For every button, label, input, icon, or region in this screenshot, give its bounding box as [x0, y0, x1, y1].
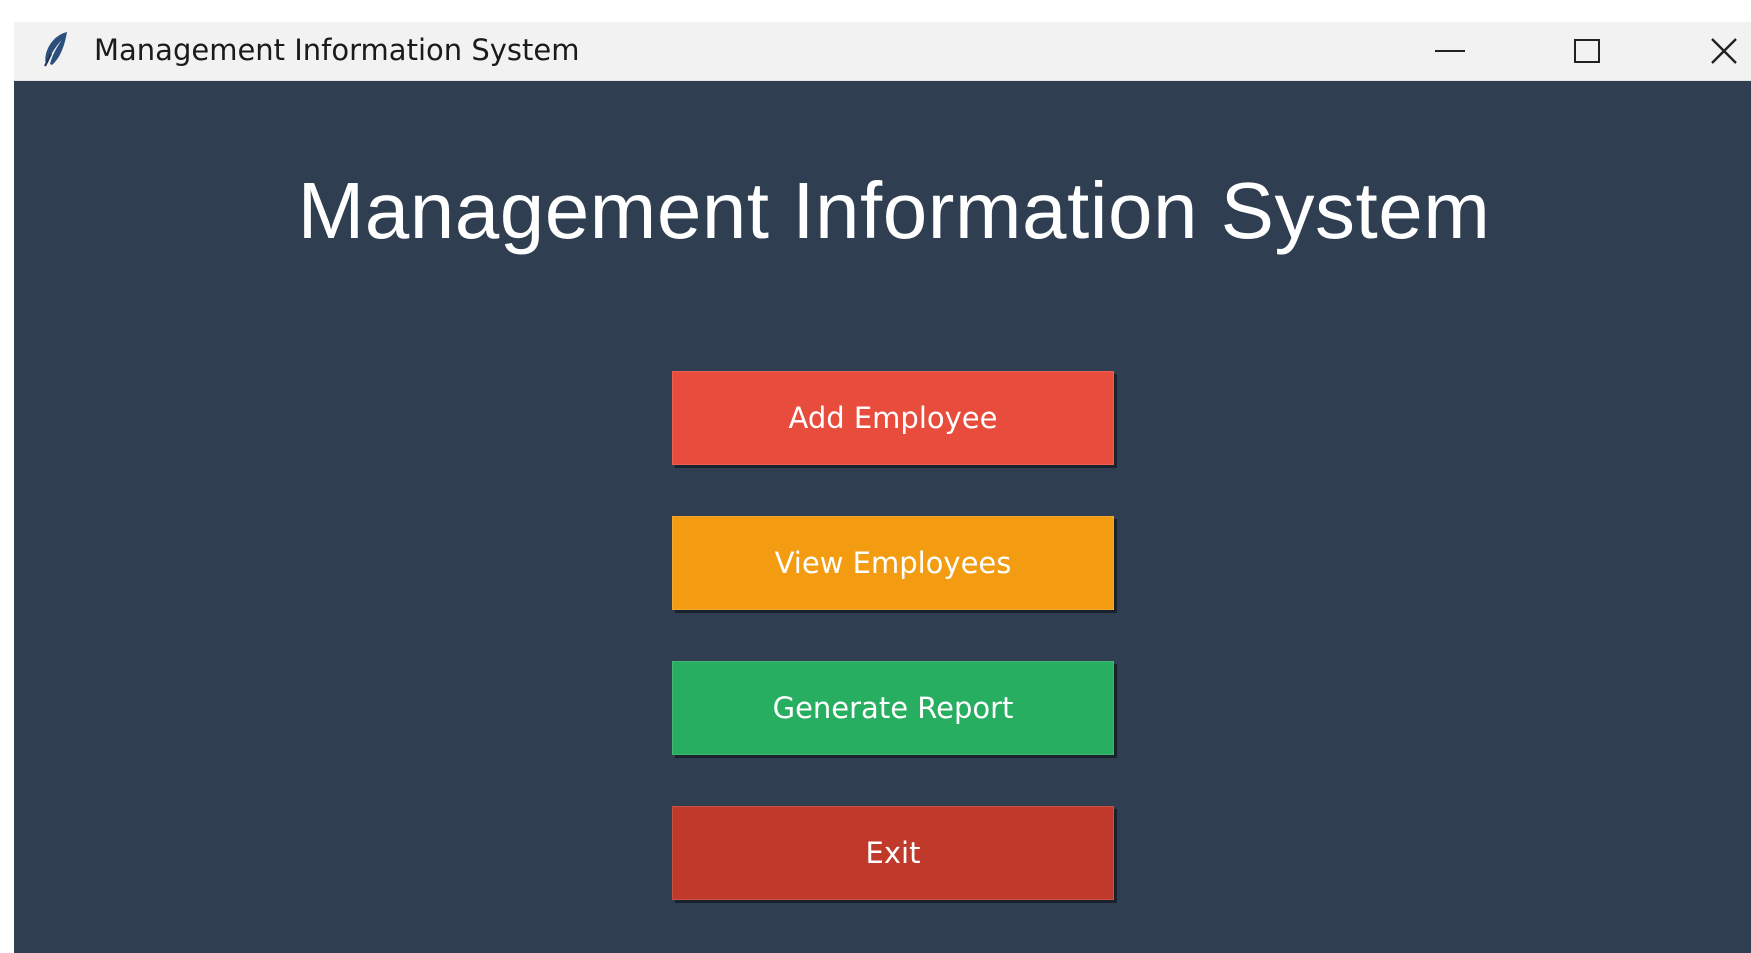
feather-icon	[40, 30, 70, 68]
minimize-button[interactable]	[1385, 22, 1515, 80]
maximize-icon	[1574, 39, 1600, 63]
generate-report-button[interactable]: Generate Report	[672, 661, 1114, 755]
view-employees-button[interactable]: View Employees	[672, 516, 1114, 610]
exit-button[interactable]: Exit	[672, 806, 1114, 900]
title-bar[interactable]: Management Information System	[14, 22, 1751, 81]
window-title: Management Information System	[94, 33, 580, 67]
add-employee-button[interactable]: Add Employee	[672, 371, 1114, 465]
close-window-button[interactable]	[1659, 22, 1751, 80]
page-title: Management Information System	[297, 166, 1491, 255]
close-icon	[1710, 37, 1738, 65]
maximize-button[interactable]	[1522, 22, 1652, 80]
minimize-icon	[1435, 49, 1465, 53]
app-window: Management Information System Management…	[14, 22, 1751, 953]
main-content: Management Information System Add Employ…	[14, 81, 1751, 953]
